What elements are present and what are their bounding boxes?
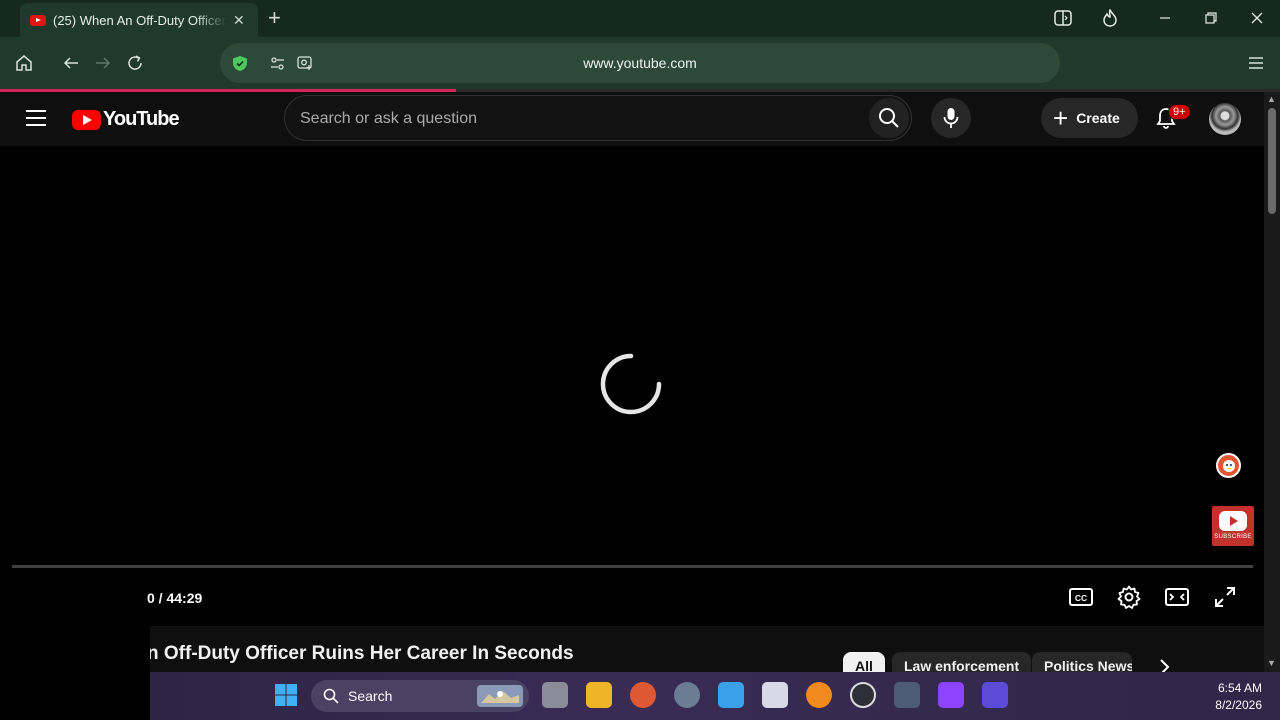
- arrow-right-icon: [96, 57, 111, 69]
- youtube-favicon-icon: [30, 14, 46, 26]
- duck-face-icon: [1222, 459, 1235, 472]
- minimize-icon: [1160, 17, 1170, 19]
- close-window-button[interactable]: [1234, 0, 1280, 36]
- tab-close-icon[interactable]: ✕: [233, 12, 245, 29]
- back-button[interactable]: [59, 51, 83, 75]
- time-display: 0 / 44:29: [147, 590, 203, 606]
- gear-icon: [1117, 585, 1141, 609]
- notepad-icon[interactable]: [718, 682, 744, 708]
- text-editor-icon[interactable]: [982, 682, 1008, 708]
- search-icon: [323, 688, 339, 704]
- guide-menu-button[interactable]: [26, 110, 46, 126]
- close-icon: [1251, 12, 1263, 24]
- youtube-play-icon: [1219, 511, 1247, 531]
- closed-captions-icon: CC: [1069, 588, 1093, 606]
- plus-icon: +: [1053, 103, 1069, 133]
- arrow-left-icon: [63, 57, 78, 69]
- fire-button[interactable]: [1087, 0, 1133, 36]
- microphone-icon: [943, 108, 959, 128]
- settings-button[interactable]: [1115, 583, 1143, 611]
- address-bar[interactable]: www.youtube.com: [220, 43, 1060, 83]
- left-black-region: [0, 626, 150, 720]
- voice-search-button[interactable]: [931, 98, 971, 138]
- file-explorer-icon[interactable]: [586, 682, 612, 708]
- tab-title: (25) When An Off-Duty Officer Ruins Her …: [53, 12, 227, 28]
- notification-count-badge: 9+: [1168, 104, 1191, 120]
- taskbar-search-box[interactable]: Search: [311, 680, 529, 712]
- snipping-tool-icon[interactable]: [762, 682, 788, 708]
- url-text: www.youtube.com: [583, 55, 697, 71]
- scroll-up-arrow-icon[interactable]: ▲: [1267, 94, 1276, 104]
- reload-button[interactable]: [123, 51, 147, 75]
- split-view-icon: [1054, 10, 1072, 26]
- subscribe-watermark[interactable]: SUBSCRIBE: [1212, 506, 1254, 546]
- menu-icon: [1249, 57, 1263, 69]
- loading-spinner-icon: [600, 353, 662, 415]
- windows-taskbar: Search 6:54 AM 8/2/2026: [150, 672, 1280, 720]
- youtube-logo-text: YouTube: [103, 108, 180, 130]
- new-tab-button[interactable]: +: [268, 7, 281, 29]
- browser-tab-strip: (25) When An Off-Duty Officer Ruins Her …: [0, 0, 1280, 37]
- flame-icon: [1103, 9, 1117, 27]
- video-title: n Off-Duty Officer Ruins Her Career In S…: [147, 643, 574, 664]
- search-highlight-image-icon: [477, 685, 523, 707]
- search-placeholder: Search or ask a question: [300, 110, 477, 127]
- fl-studio-icon[interactable]: [806, 682, 832, 708]
- reload-icon: [128, 55, 142, 70]
- youtube-logo[interactable]: YouTube: [72, 108, 180, 131]
- home-icon: [16, 55, 32, 71]
- clock-date: 8/2/2026: [1215, 698, 1262, 712]
- svg-text:CC: CC: [1075, 593, 1087, 603]
- start-button[interactable]: [273, 682, 299, 708]
- taskbar-search-label: Search: [348, 688, 393, 704]
- calculator-icon[interactable]: [894, 682, 920, 708]
- seek-bar[interactable]: [12, 565, 1253, 568]
- theater-mode-icon: [1165, 588, 1189, 606]
- theater-mode-button[interactable]: [1163, 583, 1191, 611]
- minimize-button[interactable]: [1142, 0, 1188, 36]
- settings-app-icon[interactable]: [674, 682, 700, 708]
- search-input[interactable]: Search or ask a question: [284, 95, 912, 141]
- create-label: Create: [1076, 110, 1120, 126]
- create-button[interactable]: + Create: [1041, 98, 1138, 138]
- clipchamp-icon[interactable]: [938, 682, 964, 708]
- split-view-button[interactable]: [1040, 0, 1086, 36]
- task-view-icon[interactable]: [542, 682, 568, 708]
- obs-studio-icon[interactable]: [850, 682, 876, 708]
- search-icon: [879, 108, 899, 128]
- browser-toolbar: www.youtube.com: [0, 37, 1280, 90]
- youtube-header: YouTube Search or ask a question + Creat…: [0, 92, 1264, 146]
- clock-time: 6:54 AM: [1217, 681, 1262, 695]
- screen: (25) When An Off-Duty Officer Ruins Her …: [0, 0, 1280, 720]
- forward-button[interactable]: [91, 51, 115, 75]
- windows-logo-icon: [275, 684, 297, 706]
- youtube-play-icon: [72, 109, 101, 130]
- watermark-text: SUBSCRIBE: [1214, 534, 1252, 540]
- browser-menu-button[interactable]: [1244, 51, 1268, 75]
- duckduckgo-icon[interactable]: [1216, 453, 1241, 478]
- browser-tab[interactable]: (25) When An Off-Duty Officer Ruins Her …: [20, 3, 258, 37]
- captions-button[interactable]: CC: [1067, 583, 1095, 611]
- video-player[interactable]: SUBSCRIBE 0 / 44:29 CC: [0, 146, 1264, 626]
- page-scrollbar[interactable]: ▲ ▼: [1264, 92, 1280, 672]
- system-clock[interactable]: 6:54 AM 8/2/2026: [1215, 680, 1262, 714]
- restore-button[interactable]: [1188, 0, 1234, 36]
- duckduckgo-browser-icon[interactable]: [630, 682, 656, 708]
- scroll-thumb[interactable]: [1268, 108, 1276, 214]
- fullscreen-button[interactable]: [1211, 583, 1239, 611]
- account-avatar[interactable]: [1209, 103, 1241, 135]
- scroll-down-arrow-icon[interactable]: ▼: [1267, 658, 1276, 668]
- search-button[interactable]: [869, 98, 909, 138]
- restore-icon: [1205, 12, 1217, 24]
- home-button[interactable]: [12, 51, 36, 75]
- fullscreen-icon: [1215, 587, 1235, 607]
